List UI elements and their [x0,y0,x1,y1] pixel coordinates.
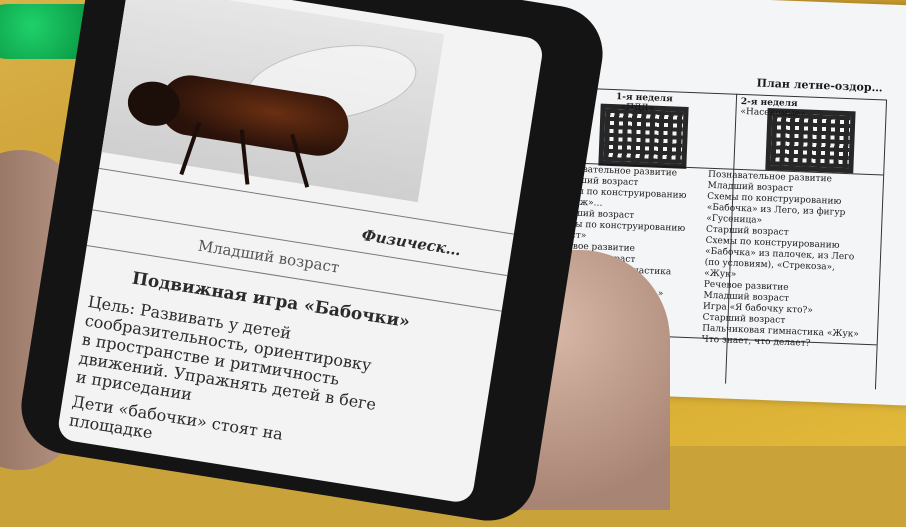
plan-title: План летне-оздор… [756,76,883,95]
qr-code [765,107,856,174]
game-description: Цель: Развивать у детей сообразительност… [68,292,485,492]
week2-content: Познавательное развитие Младший возраст … [701,170,883,353]
bee-photo [91,0,445,203]
qr-code [598,103,689,169]
age-group-label: Младший возраст [196,236,341,277]
smartphone: Физическ… Младший возраст Подвижная игра… [14,0,610,527]
phone-screen: Физическ… Младший возраст Подвижная игра… [56,0,545,505]
